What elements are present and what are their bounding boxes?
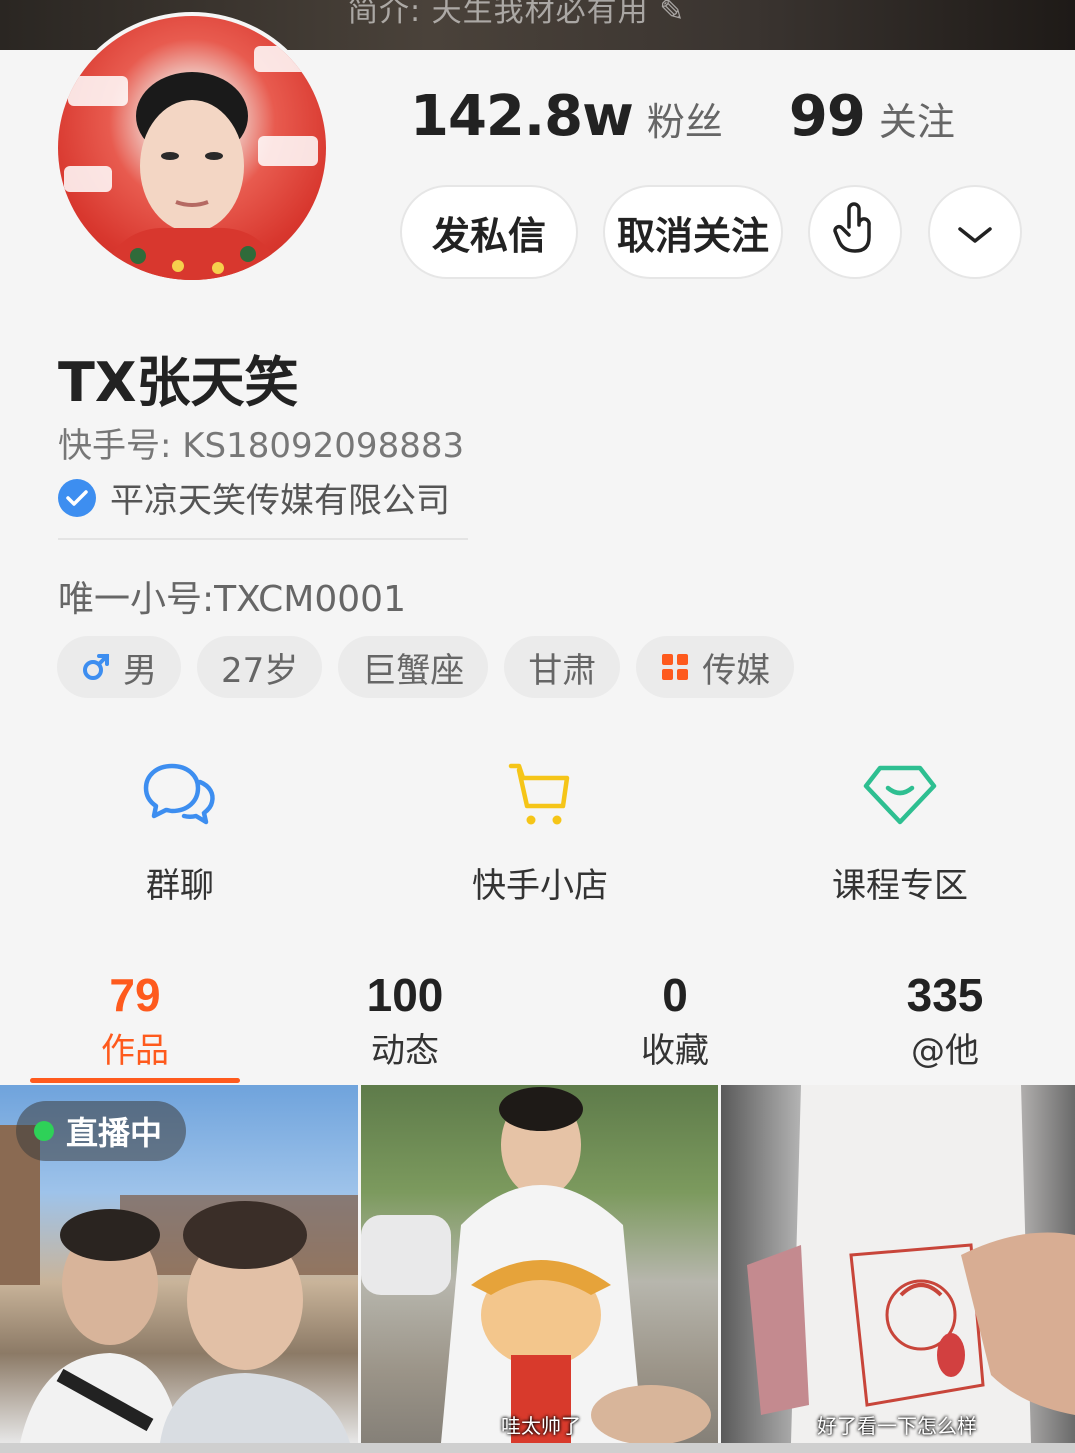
verification-row[interactable]: 平凉天笑传媒有限公司 (58, 473, 450, 522)
video-caption: 好了看一下怎么样 (817, 1414, 977, 1438)
follow-stats: 142.8w 粉丝 99 关注 (410, 84, 955, 149)
video-thumbnail[interactable]: 好了看一下怎么样 (721, 1085, 1075, 1443)
chat-bubbles-icon (80, 760, 280, 830)
group-chat-entry[interactable]: 群聊 (80, 760, 280, 907)
tab-count: 79 (109, 969, 161, 1021)
tab-label: 收藏 (641, 1031, 709, 1071)
following-count[interactable]: 99 (789, 84, 866, 149)
feature-label: 快手小店 (472, 866, 608, 906)
course-entry[interactable]: 课程专区 (800, 760, 1000, 907)
tab-label: @他 (911, 1031, 979, 1071)
pointer-hand-button[interactable] (808, 185, 902, 279)
tab-moments[interactable]: 100 动态 (300, 965, 510, 1077)
tab-count: 335 (906, 969, 984, 1021)
tag-label: 巨蟹座 (362, 650, 465, 691)
bio-text[interactable]: 简介: 天生我材必有用 ✎ (348, 0, 685, 30)
fans-label[interactable]: 粉丝 (647, 91, 723, 146)
tag-label: 男 (123, 650, 157, 691)
video-grid: 直播中 哇太帅了 好了看一下怎么样 (0, 1085, 1075, 1453)
tab-works[interactable]: 79 作品 (30, 965, 240, 1077)
feature-shortcuts: 群聊 快手小店 课程专区 (0, 760, 1075, 910)
active-tab-indicator (30, 1078, 240, 1083)
verified-check-icon (58, 478, 96, 517)
tag-label: 27岁 (221, 650, 299, 691)
tab-label: 作品 (101, 1031, 169, 1071)
unfollow-button[interactable]: 取消关注 (603, 185, 783, 279)
tag-industry[interactable]: 传媒 (636, 636, 795, 698)
tab-favorites[interactable]: 0 收藏 (570, 965, 780, 1077)
kuaishou-id[interactable]: 快手号: KS18092098883 (58, 418, 464, 467)
verified-org-name: 平凉天笑传媒有限公司 (110, 481, 450, 521)
tag-label: 甘肃 (528, 650, 597, 691)
fans-count[interactable]: 142.8w (410, 84, 634, 149)
tag-gender[interactable]: 男 (57, 636, 181, 698)
tag-label: 传媒 (702, 650, 771, 691)
avatar[interactable] (54, 12, 330, 284)
shop-entry[interactable]: 快手小店 (440, 760, 640, 907)
feature-label: 课程专区 (832, 866, 968, 906)
live-dot-icon (34, 1121, 54, 1141)
video-thumbnail[interactable]: 哇太帅了 (361, 1085, 718, 1443)
tag-constellation[interactable]: 巨蟹座 (338, 636, 489, 698)
video-caption: 哇太帅了 (501, 1414, 581, 1438)
more-options-button[interactable] (928, 185, 1022, 279)
feature-label: 群聊 (146, 866, 214, 906)
next-row-peek (0, 1443, 1075, 1453)
tab-count: 100 (366, 969, 444, 1021)
divider (58, 538, 468, 540)
diamond-icon (800, 760, 1000, 830)
grid-icon (660, 652, 690, 682)
video-thumbnail[interactable]: 直播中 (0, 1085, 358, 1443)
tab-count: 0 (662, 969, 688, 1021)
tag-location[interactable]: 甘肃 (504, 636, 621, 698)
following-label[interactable]: 关注 (879, 91, 955, 146)
live-badge: 直播中 (16, 1101, 187, 1161)
pointer-hand-icon (833, 201, 877, 264)
tab-mentions[interactable]: 335 @他 (840, 965, 1050, 1077)
profile-tags: 男 27岁 巨蟹座 甘肃 传媒 (57, 636, 810, 698)
profile-name: TX张天笑 (58, 351, 299, 414)
live-badge-text: 直播中 (66, 1114, 163, 1152)
send-message-button[interactable]: 发私信 (400, 185, 578, 279)
chevron-down-icon (957, 210, 993, 254)
alt-account-id[interactable]: 唯一小号:TXCM0001 (58, 570, 406, 622)
male-icon (81, 652, 111, 682)
content-tabs: 79 作品 100 动态 0 收藏 335 @他 (0, 965, 1075, 1085)
tag-age[interactable]: 27岁 (197, 636, 323, 698)
tab-label: 动态 (371, 1031, 439, 1071)
cart-icon (440, 760, 640, 830)
